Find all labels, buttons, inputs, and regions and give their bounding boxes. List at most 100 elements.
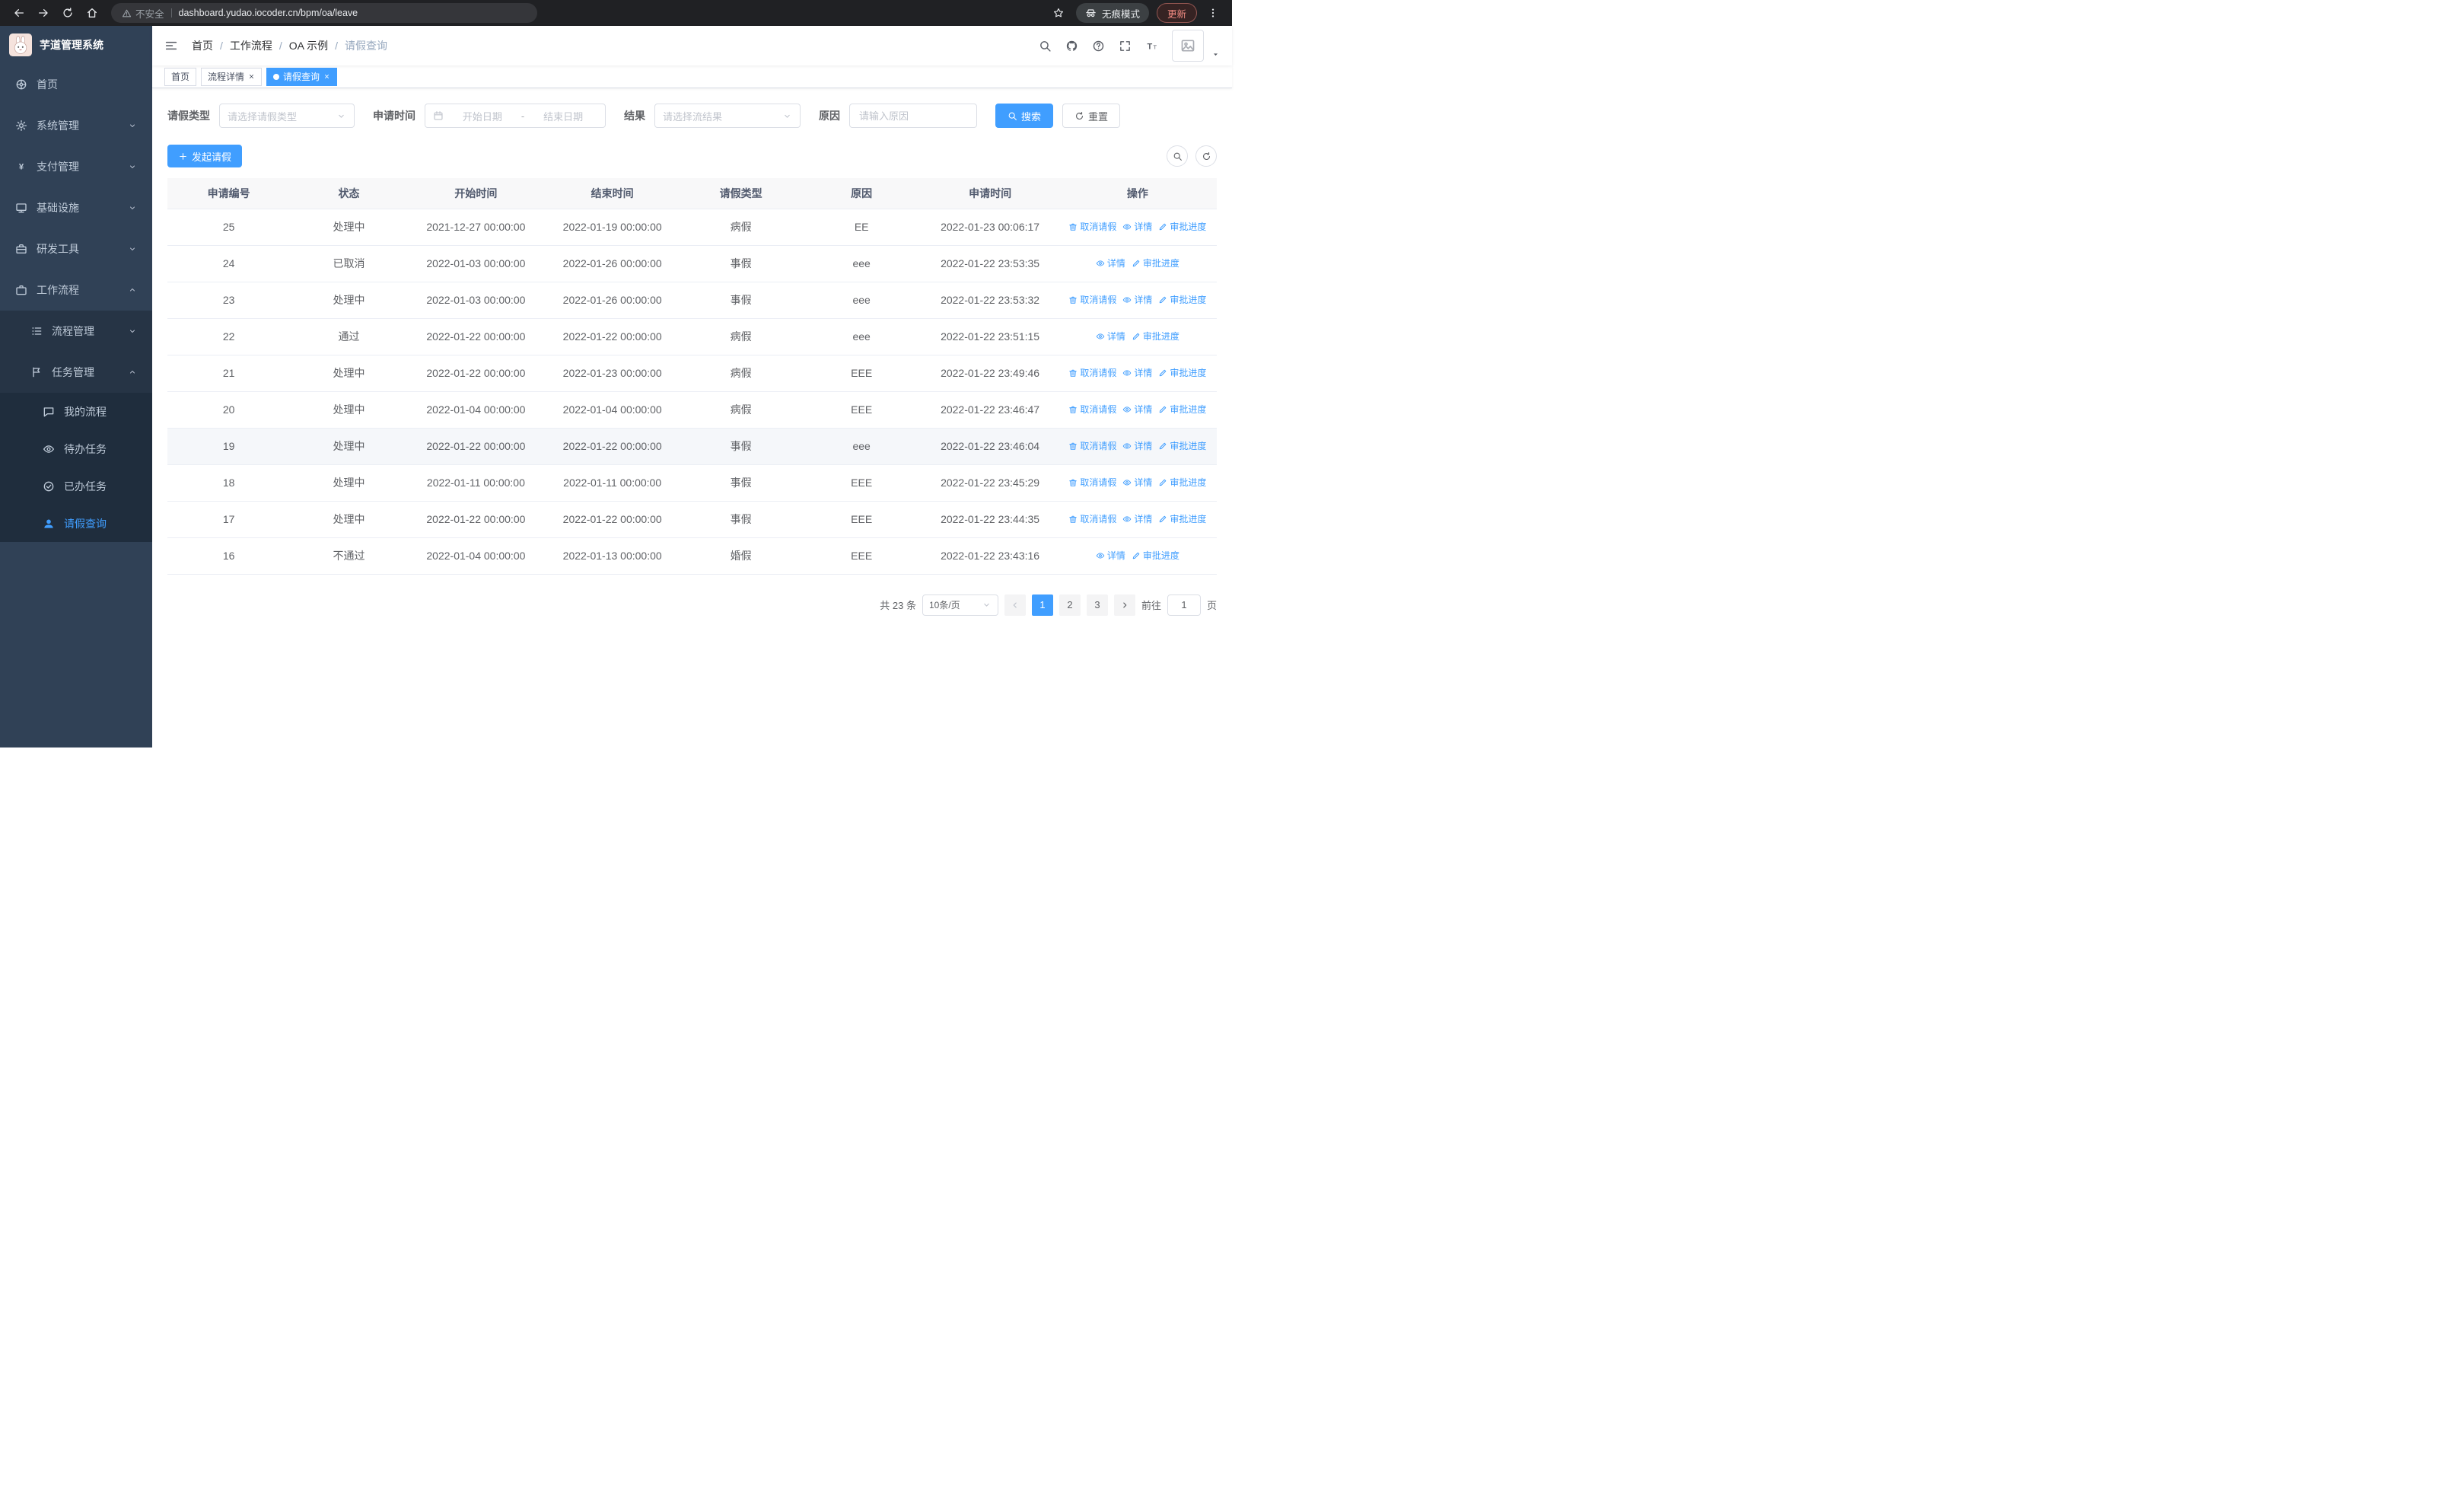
refresh-icon [63, 8, 72, 18]
breadcrumb-item[interactable]: 工作流程 [230, 38, 272, 53]
security-warning[interactable]: 不安全 [122, 6, 164, 21]
chevron-down-icon [130, 247, 135, 250]
cancel-action[interactable]: 取消请假 [1068, 293, 1116, 306]
progress-action[interactable]: 审批进度 [1132, 330, 1179, 343]
sidebar-item-workflow[interactable]: 工作流程 [0, 269, 152, 311]
detail-action[interactable]: 详情 [1096, 257, 1125, 269]
font-size-button[interactable]: TT [1145, 40, 1158, 53]
page-button-1[interactable]: 1 [1031, 594, 1053, 616]
app-logo[interactable]: 芋道管理系统 [0, 26, 152, 64]
leave-type-select[interactable]: 请选择请假类型 [219, 104, 355, 128]
cell-end-time: 2022-01-13 00:00:00 [544, 537, 681, 575]
progress-action[interactable]: 审批进度 [1158, 439, 1206, 452]
tab-close-button[interactable] [323, 73, 330, 80]
tab-home[interactable]: 首页 [164, 67, 197, 86]
sidebar-item-leave-query[interactable]: 请假查询 [0, 505, 152, 542]
cancel-action[interactable]: 取消请假 [1068, 366, 1116, 379]
sidebar-item-infrastructure[interactable]: 基础设施 [0, 187, 152, 228]
browser-home-button[interactable] [81, 2, 103, 24]
cell-reason: EEE [801, 537, 922, 575]
delete-icon [1069, 223, 1078, 231]
reason-input[interactable] [849, 104, 977, 128]
edit-icon [1132, 333, 1140, 339]
browser-update-chip[interactable]: 更新 [1156, 3, 1197, 23]
result-select[interactable]: 请选择流结果 [654, 104, 801, 128]
user-avatar[interactable] [1172, 30, 1204, 62]
edit-icon [1160, 223, 1167, 230]
progress-action[interactable]: 审批进度 [1132, 257, 1179, 269]
help-button[interactable] [1092, 40, 1105, 53]
breadcrumb-item[interactable]: 首页 [192, 38, 213, 53]
fullscreen-button[interactable] [1119, 40, 1132, 53]
sidebar-item-todo-tasks[interactable]: 待办任务 [0, 430, 152, 467]
cancel-action[interactable]: 取消请假 [1068, 403, 1116, 416]
address-bar[interactable]: 不安全 dashboard.yudao.iocoder.cn/bpm/oa/le… [111, 3, 537, 23]
detail-action[interactable]: 详情 [1122, 403, 1152, 416]
detail-action[interactable]: 详情 [1096, 549, 1125, 562]
progress-action[interactable]: 审批进度 [1158, 220, 1206, 233]
sidebar-item-payment-mgmt[interactable]: ¥ 支付管理 [0, 146, 152, 187]
page-size-select[interactable]: 10条/页 [922, 594, 998, 616]
cancel-action[interactable]: 取消请假 [1068, 220, 1116, 233]
cancel-action[interactable]: 取消请假 [1068, 476, 1116, 489]
fontsize-icon: TT [1147, 42, 1157, 51]
progress-action[interactable]: 审批进度 [1158, 403, 1206, 416]
table-row: 20 处理中 2022-01-04 00:00:00 2022-01-04 00:00… [167, 391, 1217, 429]
apply-time-range-picker[interactable]: 开始日期 - 结束日期 [425, 104, 606, 128]
user-menu-caret-icon[interactable] [1211, 50, 1220, 59]
detail-action[interactable]: 详情 [1096, 330, 1125, 343]
bookmark-star-button[interactable] [1047, 2, 1070, 24]
cancel-action[interactable]: 取消请假 [1068, 439, 1116, 452]
browser-menu-button[interactable] [1202, 2, 1224, 24]
tab-close-button[interactable] [248, 73, 255, 80]
sidebar-item-task-mgmt[interactable]: 任务管理 [0, 352, 152, 393]
github-link[interactable] [1065, 40, 1078, 53]
sidebar-toggle-button[interactable] [164, 39, 178, 53]
sidebar-item-my-process[interactable]: 我的流程 [0, 393, 152, 430]
detail-action[interactable]: 详情 [1122, 476, 1152, 489]
detail-action[interactable]: 详情 [1122, 366, 1152, 379]
browser-refresh-button[interactable] [56, 2, 79, 24]
delete-icon [1069, 442, 1078, 450]
breadcrumb-item[interactable]: OA 示例 [289, 38, 328, 53]
detail-action[interactable]: 详情 [1122, 220, 1152, 233]
page-button-2[interactable]: 2 [1059, 594, 1081, 616]
progress-action[interactable]: 审批进度 [1132, 549, 1179, 562]
sidebar-item-dev-tools[interactable]: 研发工具 [0, 228, 152, 269]
browser-forward-button[interactable] [32, 2, 55, 24]
cell-apply-id: 21 [167, 355, 291, 392]
close-icon [250, 75, 253, 78]
sidebar-item-home[interactable]: 首页 [0, 64, 152, 105]
action-label: 审批进度 [1142, 550, 1179, 562]
sidebar-item-system-mgmt[interactable]: 系统管理 [0, 105, 152, 146]
prev-page-button[interactable] [1004, 594, 1026, 616]
action-label: 审批进度 [1170, 514, 1207, 525]
reset-button[interactable]: 重置 [1062, 104, 1121, 128]
progress-action[interactable]: 审批进度 [1158, 293, 1206, 306]
page-button-3[interactable]: 3 [1086, 594, 1108, 616]
toggle-search-button[interactable] [1167, 145, 1188, 167]
table-mini-toolbar [1167, 145, 1217, 167]
cancel-action[interactable]: 取消请假 [1068, 512, 1116, 525]
sidebar-item-process-mgmt[interactable]: 流程管理 [0, 311, 152, 352]
search-button[interactable]: 搜索 [995, 104, 1054, 128]
detail-action[interactable]: 详情 [1122, 293, 1152, 306]
header-search-button[interactable] [1039, 40, 1052, 53]
breadcrumb-separator: / [279, 40, 282, 52]
cell-apply-time: 2022-01-22 23:46:47 [922, 391, 1059, 429]
progress-action[interactable]: 审批进度 [1158, 476, 1206, 489]
edit-icon [1160, 442, 1167, 449]
tab-leave-query[interactable]: 请假查询 [266, 67, 338, 86]
progress-action[interactable]: 审批进度 [1158, 512, 1206, 525]
create-leave-button[interactable]: 发起请假 [167, 145, 243, 167]
detail-action[interactable]: 详情 [1122, 439, 1152, 452]
goto-page-input[interactable] [1167, 594, 1201, 616]
browser-back-button[interactable] [8, 2, 30, 24]
next-page-button[interactable] [1113, 594, 1135, 616]
detail-action[interactable]: 详情 [1122, 512, 1152, 525]
progress-action[interactable]: 审批进度 [1158, 366, 1206, 379]
refresh-table-button[interactable] [1195, 145, 1217, 167]
reset-button-label: 重置 [1088, 110, 1109, 123]
sidebar-item-done-tasks[interactable]: 已办任务 [0, 467, 152, 505]
tab-process-detail[interactable]: 流程详情 [201, 67, 263, 86]
